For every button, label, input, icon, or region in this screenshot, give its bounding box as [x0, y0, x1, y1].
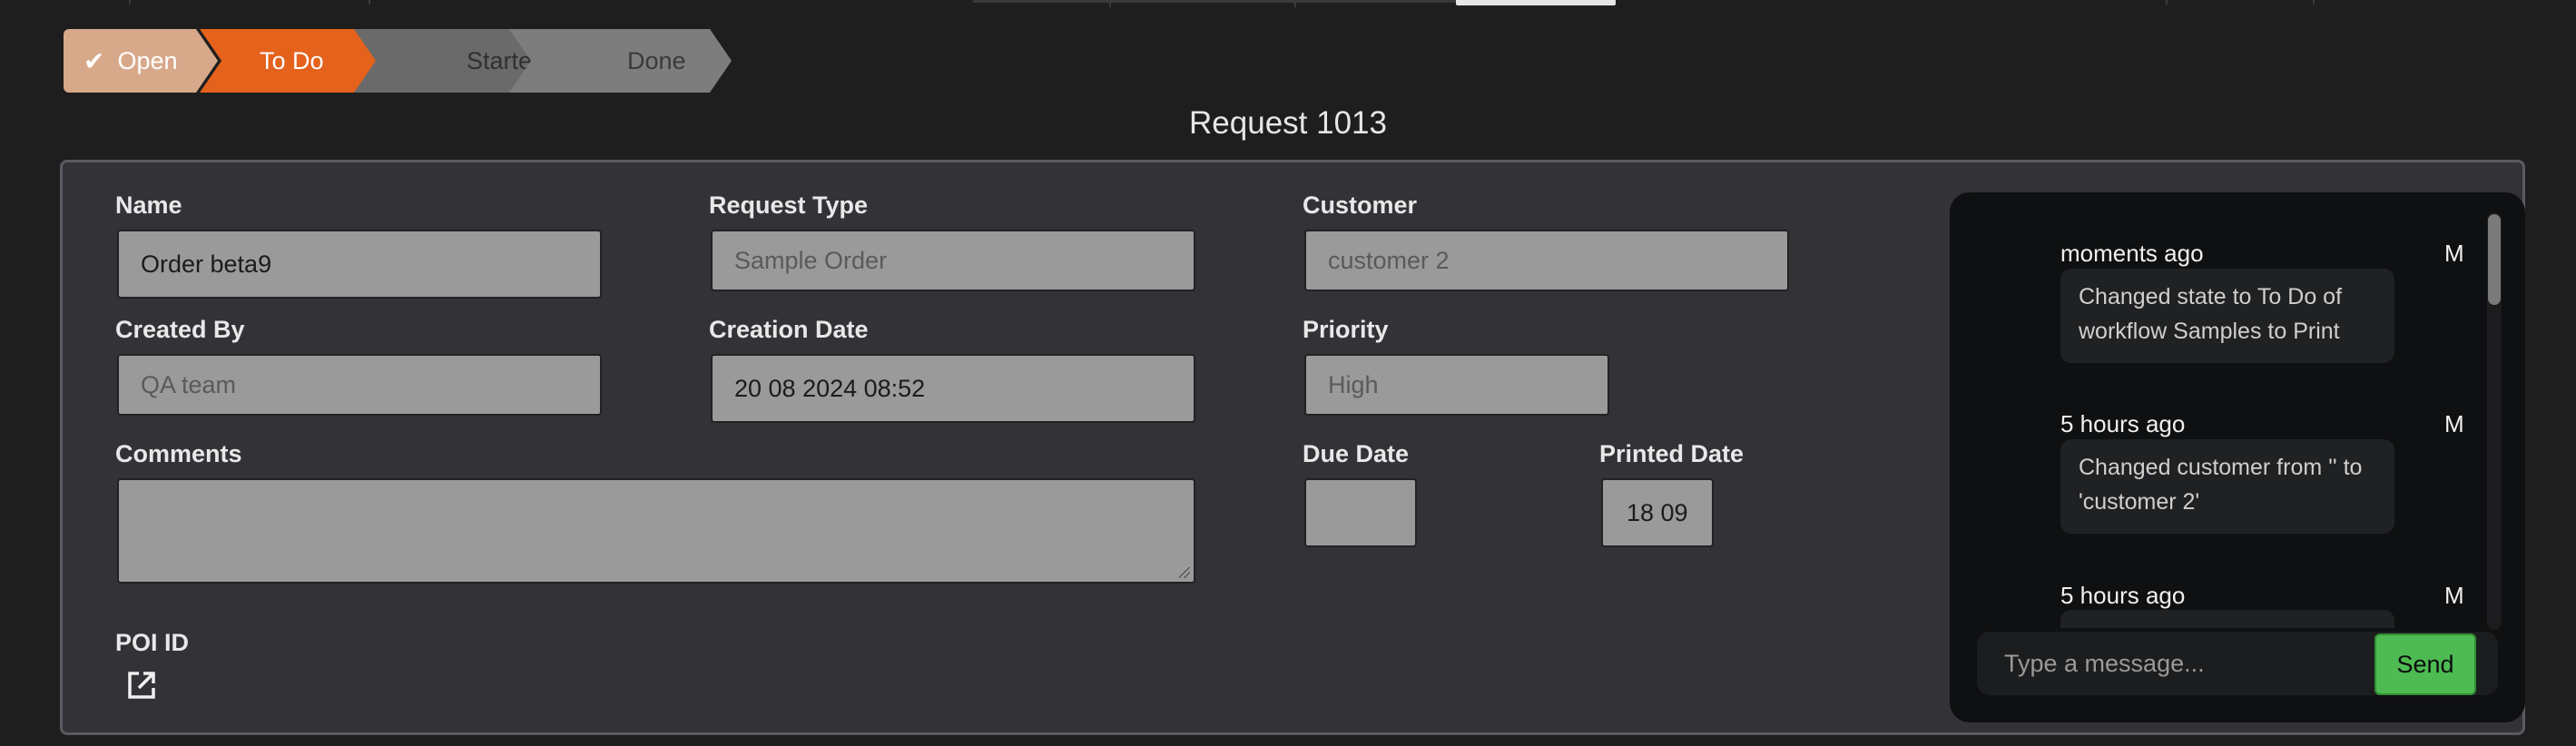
stage-label: To Do [260, 46, 324, 74]
customer-label: Customer [1303, 191, 1418, 219]
priority-label: Priority [1303, 316, 1389, 343]
request-type-field: Sample Order [711, 230, 1195, 291]
tab-divider [2313, 0, 2315, 5]
customer-field: customer 2 [1304, 230, 1789, 291]
due-date-label: Due Date [1303, 440, 1410, 467]
stage-open[interactable]: ✔ Open [64, 29, 218, 93]
priority-field: High [1304, 354, 1609, 416]
request-type-label: Request Type [709, 191, 869, 219]
message-user: M [2444, 410, 2464, 437]
external-link-icon[interactable] [126, 670, 157, 701]
created-by-label: Created By [115, 316, 245, 343]
creation-date-label: Creation Date [709, 316, 869, 343]
created-by-field: QA team [117, 354, 602, 416]
comments-textarea[interactable] [117, 478, 1195, 584]
send-button[interactable]: Send [2374, 633, 2476, 695]
stage-label: Open [117, 46, 178, 74]
tab-divider [369, 0, 370, 5]
tab-divider [1109, 0, 1296, 7]
message-bubble [2060, 610, 2394, 628]
poi-id-label: POI ID [115, 629, 190, 656]
resize-handle-icon[interactable] [1179, 567, 1190, 578]
tab-divider [973, 0, 1109, 7]
message-time: moments ago [2060, 240, 2204, 267]
message-bubble: Changed state to To Do of workflow Sampl… [2060, 269, 2394, 363]
message-user: M [2444, 582, 2464, 609]
printed-date-label: Printed Date [1599, 440, 1745, 467]
message-time: 5 hours ago [2060, 410, 2186, 437]
printed-date-field[interactable]: 18 09 [1601, 478, 1714, 547]
tab-divider [129, 0, 131, 5]
creation-date-field[interactable]: 20 08 2024 08:52 [711, 354, 1195, 423]
stage-label: Done [627, 46, 686, 74]
top-tab-strip [0, 0, 2576, 7]
tab-divider [2166, 0, 2168, 5]
page-title: Request 1013 [1189, 105, 1387, 141]
activity-chat-panel: moments ago M Changed state to To Do of … [1950, 192, 2525, 722]
message-bubble: Changed customer from '' to 'customer 2' [2060, 439, 2394, 534]
comments-label: Comments [115, 440, 242, 467]
chat-scrollbar[interactable] [2487, 212, 2502, 630]
chat-scrollbar-thumb[interactable] [2488, 214, 2501, 305]
check-icon: ✔ [84, 46, 105, 75]
message-time: 5 hours ago [2060, 582, 2186, 609]
message-input[interactable] [1977, 632, 2362, 695]
active-tab-indicator[interactable] [1456, 0, 1616, 5]
name-field[interactable]: Order beta9 [117, 230, 602, 299]
due-date-field[interactable] [1304, 478, 1417, 547]
stage-done[interactable]: Done [509, 29, 732, 93]
name-label: Name [115, 191, 182, 219]
tab-divider [1294, 0, 1456, 7]
message-user: M [2444, 240, 2464, 267]
